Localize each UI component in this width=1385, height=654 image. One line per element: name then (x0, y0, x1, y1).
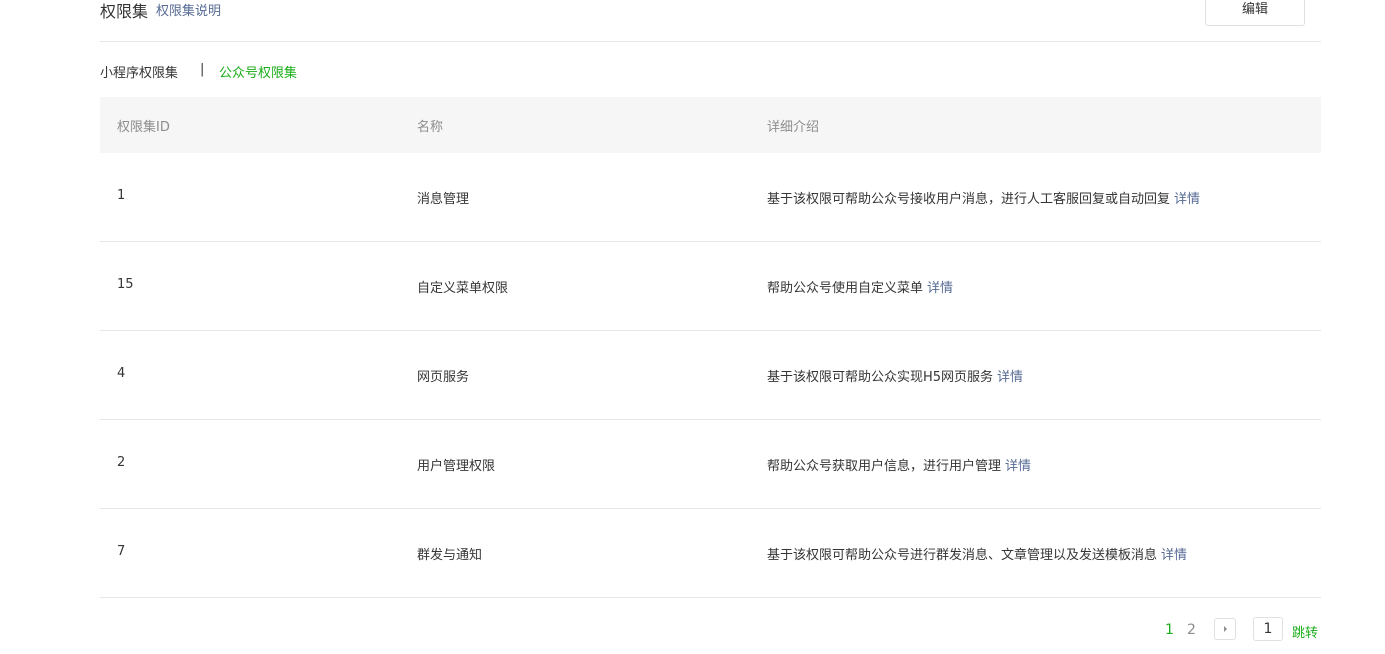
permission-id: 2 (117, 455, 126, 470)
column-header-id: 权限集ID (117, 120, 170, 135)
detail-link[interactable]: 详情 (1005, 459, 1031, 474)
permission-desc: 基于该权限可帮助公众号进行群发消息、文章管理以及发送模板消息 详情 (767, 544, 1187, 563)
permission-desc: 基于该权限可帮助公众实现H5网页服务 详情 (767, 366, 1023, 385)
next-page-button[interactable] (1214, 618, 1236, 640)
permission-desc-text: 帮助公众号获取用户信息，进行用户管理 (767, 459, 1002, 474)
page-number-2[interactable]: 2 (1187, 622, 1196, 638)
permission-desc-text: 帮助公众号使用自定义菜单 (767, 281, 924, 296)
permission-desc: 帮助公众号获取用户信息，进行用户管理 详情 (767, 455, 1031, 474)
permission-explain-link[interactable]: 权限集说明 (156, 0, 221, 19)
permission-name: 消息管理 (417, 192, 470, 207)
detail-link[interactable]: 详情 (1161, 548, 1187, 563)
table-header: 权限集ID 名称 详细介绍 (100, 97, 1321, 153)
table-row: 7 群发与通知 基于该权限可帮助公众号进行群发消息、文章管理以及发送模板消息 详情 (100, 509, 1321, 598)
detail-link[interactable]: 详情 (927, 281, 953, 296)
page-header: 权限集 权限集说明 编辑 (100, 0, 1321, 42)
column-header-name: 名称 (417, 120, 444, 135)
detail-link[interactable]: 详情 (997, 370, 1023, 385)
permission-name: 自定义菜单权限 (417, 281, 509, 296)
permission-id: 15 (117, 277, 134, 292)
permission-name: 网页服务 (417, 370, 470, 385)
permission-table: 权限集ID 名称 详细介绍 1 消息管理 基于该权限可帮助公众号接收用户消息，进… (100, 97, 1321, 598)
page-number-1[interactable]: 1 (1165, 622, 1174, 638)
table-row: 1 消息管理 基于该权限可帮助公众号接收用户消息，进行人工客服回复或自动回复 详情 (100, 153, 1321, 242)
page-title: 权限集 (100, 2, 149, 21)
jump-button[interactable]: 跳转 (1292, 622, 1318, 641)
permission-id: 7 (117, 544, 126, 559)
tab-separator: | (200, 62, 205, 77)
permission-desc: 帮助公众号使用自定义菜单 详情 (767, 277, 953, 296)
table-row: 15 自定义菜单权限 帮助公众号使用自定义菜单 详情 (100, 242, 1321, 331)
permission-id: 4 (117, 366, 126, 381)
table-row: 2 用户管理权限 帮助公众号获取用户信息，进行用户管理 详情 (100, 420, 1321, 509)
permission-desc-text: 基于该权限可帮助公众实现H5网页服务 (767, 370, 994, 385)
permission-desc-text: 基于该权限可帮助公众号进行群发消息、文章管理以及发送模板消息 (767, 548, 1158, 563)
page-jump-input[interactable] (1253, 617, 1283, 641)
permission-desc-text: 基于该权限可帮助公众号接收用户消息，进行人工客服回复或自动回复 (767, 192, 1171, 207)
permission-desc: 基于该权限可帮助公众号接收用户消息，进行人工客服回复或自动回复 详情 (767, 188, 1200, 207)
permission-name: 用户管理权限 (417, 459, 496, 474)
tab-mini-program[interactable]: 小程序权限集 (100, 62, 178, 81)
column-header-desc: 详细介绍 (767, 120, 820, 135)
detail-link[interactable]: 详情 (1174, 192, 1200, 207)
chevron-right-icon (1224, 626, 1227, 632)
permission-name: 群发与通知 (417, 548, 483, 563)
permission-id: 1 (117, 188, 126, 203)
edit-button[interactable]: 编辑 (1205, 0, 1305, 26)
table-row: 4 网页服务 基于该权限可帮助公众实现H5网页服务 详情 (100, 331, 1321, 420)
tab-official-account[interactable]: 公众号权限集 (219, 62, 297, 81)
